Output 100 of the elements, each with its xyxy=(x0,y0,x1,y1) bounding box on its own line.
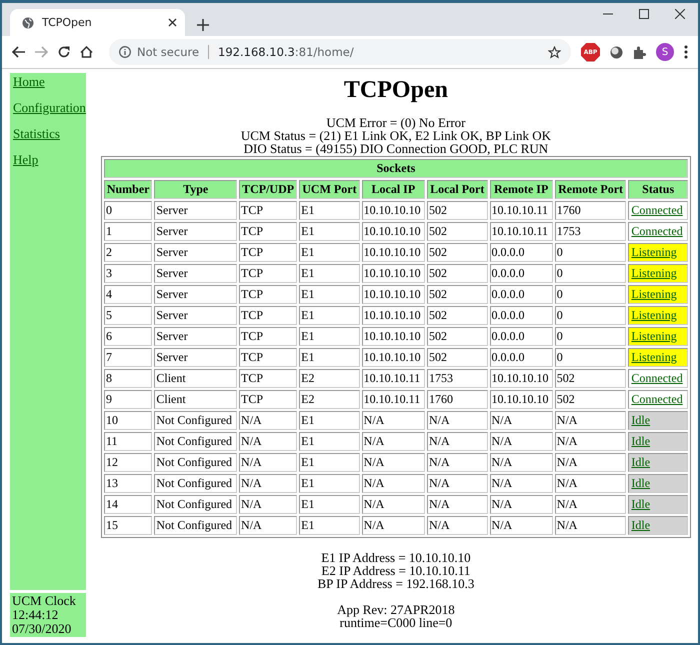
nav-link[interactable]: Help xyxy=(13,152,86,168)
status-link[interactable]: Listening xyxy=(631,329,677,343)
table-cell: 0 xyxy=(554,243,626,262)
nav-link[interactable]: Statistics xyxy=(13,126,86,142)
address-bar[interactable]: Not secure 192.168.10.3:81/home/ xyxy=(109,39,571,65)
nav-link[interactable]: Configuration xyxy=(13,100,86,116)
table-cell: N/A xyxy=(490,516,553,535)
footer-line: App Rev: 27APR2018 xyxy=(337,603,455,616)
table-cell: E1 xyxy=(299,453,360,472)
status-link[interactable]: Connected xyxy=(631,392,683,406)
table-cell: N/A xyxy=(239,432,298,451)
table-cell: 502 xyxy=(426,222,488,241)
table-cell: N/A xyxy=(239,495,298,514)
table-cell: 502 xyxy=(426,264,488,283)
table-cell: 9 xyxy=(104,390,152,409)
profile-avatar[interactable]: S xyxy=(656,43,674,61)
table-cell: N/A xyxy=(490,474,553,493)
puzzle-icon[interactable] xyxy=(633,46,646,58)
reload-icon[interactable] xyxy=(58,46,70,58)
table-cell: 10.10.10.10 xyxy=(362,306,425,325)
status-link[interactable]: Listening xyxy=(631,245,677,259)
table-cell: E1 xyxy=(299,327,360,346)
status-link[interactable]: Listening xyxy=(631,350,677,364)
status-link[interactable]: Listening xyxy=(631,308,677,322)
table-cell: Not Configured xyxy=(154,474,238,493)
table-cell: 10.10.10.10 xyxy=(490,390,553,409)
table-cell: N/A xyxy=(426,453,488,472)
table-cell: Server xyxy=(154,327,238,346)
info-icon xyxy=(119,46,131,58)
star-icon[interactable] xyxy=(548,46,561,58)
column-header: Local IP xyxy=(362,180,425,199)
browser-tab[interactable]: TCPOpen xyxy=(10,9,185,36)
table-cell: 0 xyxy=(554,285,626,304)
table-cell: 1753 xyxy=(554,222,626,241)
table-cell: N/A xyxy=(239,516,298,535)
table-cell: 7 xyxy=(104,348,152,367)
table-cell: 3 xyxy=(104,264,152,283)
table-cell: 10.10.10.10 xyxy=(362,285,425,304)
home-icon[interactable] xyxy=(80,46,93,58)
table-cell: N/A xyxy=(490,453,553,472)
status-link[interactable]: Idle xyxy=(631,476,650,490)
table-cell: N/A xyxy=(426,432,488,451)
status-line: DIO Status = (49155) DIO Connection GOOD, PLC RUN xyxy=(244,142,548,155)
clock-time: 12:44:12 xyxy=(12,608,60,622)
table-cell: N/A xyxy=(554,411,626,430)
back-icon[interactable] xyxy=(12,46,25,58)
nav-link[interactable]: Home xyxy=(13,74,86,90)
table-cell: 10.10.10.10 xyxy=(490,369,553,388)
table-cell: 10.10.10.11 xyxy=(362,390,425,409)
status-link[interactable]: Connected xyxy=(631,203,683,217)
status-link[interactable]: Listening xyxy=(631,287,677,301)
table-cell: E1 xyxy=(299,348,360,367)
url-text: 192.168.10.3:81/home/ xyxy=(218,45,354,59)
table-cell: 11 xyxy=(104,432,152,451)
table-cell: 10 xyxy=(104,411,152,430)
table-cell: N/A xyxy=(554,453,626,472)
table-cell: E1 xyxy=(299,432,360,451)
table-cell: 1760 xyxy=(426,390,488,409)
table-cell: 10.10.10.10 xyxy=(362,201,425,220)
table-cell: 0 xyxy=(554,264,626,283)
table-cell: Not Configured xyxy=(154,432,238,451)
table-cell: 1 xyxy=(104,222,152,241)
menu-icon[interactable] xyxy=(684,45,688,59)
table-cell: 502 xyxy=(426,348,488,367)
close-icon[interactable] xyxy=(675,9,685,19)
page-title: TCPOpen xyxy=(344,77,448,104)
clock-date: 07/30/2020 xyxy=(12,622,72,636)
table-cell: E1 xyxy=(299,285,360,304)
column-header: TCP/UDP xyxy=(239,180,298,199)
table-cell: 502 xyxy=(426,306,488,325)
table-cell: TCP xyxy=(239,390,298,409)
table-cell: Server xyxy=(154,306,238,325)
table-cell: 502 xyxy=(426,243,488,262)
status-link[interactable]: Listening xyxy=(631,266,677,280)
address-line: E1 IP Address = 10.10.10.10 xyxy=(321,551,471,564)
table-cell: Not Configured xyxy=(154,516,238,535)
table-cell: E1 xyxy=(299,516,360,535)
status-link[interactable]: Idle xyxy=(631,455,650,469)
close-icon[interactable] xyxy=(168,18,177,27)
maximize-icon[interactable] xyxy=(639,9,649,19)
circle-extension-icon[interactable] xyxy=(610,46,623,58)
new-tab-icon[interactable] xyxy=(197,19,209,31)
table-cell: TCP xyxy=(239,369,298,388)
column-header: Number xyxy=(104,180,152,199)
status-line: UCM Status = (21) E1 Link OK, E2 Link OK, BP Link OK xyxy=(240,129,552,142)
status-link[interactable]: Idle xyxy=(631,413,650,427)
table-cell: E1 xyxy=(299,264,360,283)
table-cell: 0.0.0.0 xyxy=(490,327,553,346)
table-cell: N/A xyxy=(554,516,626,535)
table-cell: N/A xyxy=(362,432,425,451)
table-cell: 502 xyxy=(426,201,488,220)
status-link[interactable]: Idle xyxy=(631,497,650,511)
table-cell: 0 xyxy=(554,348,626,367)
status-link[interactable]: Connected xyxy=(631,371,683,385)
status-link[interactable]: Idle xyxy=(631,518,650,532)
table-cell: Client xyxy=(154,390,238,409)
column-header: Remote IP xyxy=(490,180,553,199)
status-link[interactable]: Connected xyxy=(631,224,683,238)
table-cell: 0 xyxy=(554,306,626,325)
status-link[interactable]: Idle xyxy=(631,434,650,448)
